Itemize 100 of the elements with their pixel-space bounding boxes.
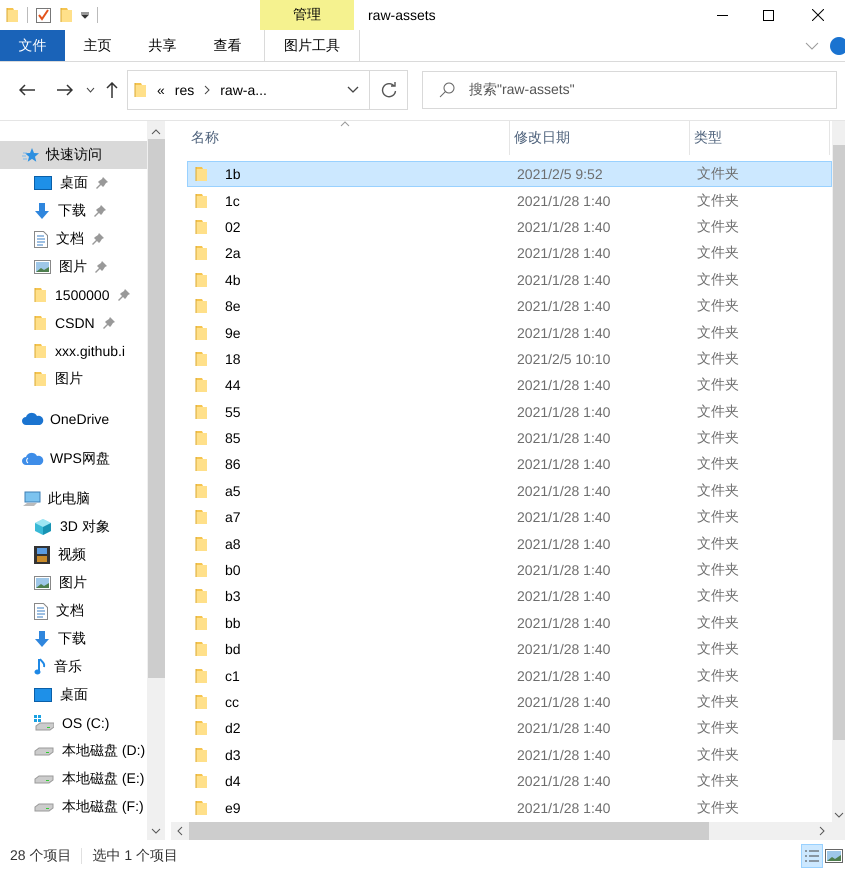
nav-item[interactable]: CSDN xyxy=(0,309,147,337)
file-type: 文件夹 xyxy=(696,772,740,790)
view-button[interactable] xyxy=(801,844,823,868)
file-row[interactable]: d2 2021/1/28 1:40 文件夹 xyxy=(187,715,832,742)
folder-icon xyxy=(195,245,208,262)
nav-item[interactable]: 本地磁盘 (E:) xyxy=(0,765,147,793)
file-row[interactable]: c1 2021/1/28 1:40 文件夹 xyxy=(187,662,832,689)
refresh-button[interactable] xyxy=(370,70,408,110)
file-row[interactable]: b3 2021/1/28 1:40 文件夹 xyxy=(187,583,832,610)
ribbon-tab[interactable]: 共享 xyxy=(130,30,195,61)
scroll-right-icon[interactable] xyxy=(819,826,825,836)
scrollbar-thumb[interactable] xyxy=(148,139,164,678)
nav-item[interactable]: 3D 对象 xyxy=(0,513,147,541)
scroll-left-icon[interactable] xyxy=(177,826,183,836)
ribbon-tab[interactable]: 图片工具 xyxy=(264,30,360,61)
nav-item[interactable]: 文档 xyxy=(0,597,147,625)
nav-item[interactable]: WPS网盘 xyxy=(0,445,147,473)
pin-icon[interactable] xyxy=(95,261,107,273)
scrollbar-thumb[interactable] xyxy=(189,822,709,840)
file-row[interactable]: 85 2021/1/28 1:40 文件夹 xyxy=(187,424,832,452)
column-header[interactable]: 修改日期 xyxy=(510,121,690,155)
modified-date: 2021/1/28 1:40 xyxy=(516,272,612,288)
file-row[interactable]: 55 2021/1/28 1:40 文件夹 xyxy=(187,398,832,425)
pin-icon[interactable] xyxy=(96,177,108,189)
pin-icon[interactable] xyxy=(92,233,104,245)
nav-item[interactable]: 下载 xyxy=(0,197,147,225)
file-row[interactable]: bd 2021/1/28 1:40 文件夹 xyxy=(187,636,832,662)
file-row[interactable]: 1b 2021/2/5 9:52 文件夹 xyxy=(187,161,832,188)
nav-item-label: 图片 xyxy=(55,370,83,388)
address-bar[interactable]: « res raw-a... xyxy=(127,70,370,110)
nav-item[interactable]: 桌面 xyxy=(0,681,147,709)
file-row[interactable]: 2a 2021/1/28 1:40 文件夹 xyxy=(187,240,832,267)
nav-item[interactable]: 本地磁盘 (D:) xyxy=(0,737,147,765)
file-row[interactable]: d4 2021/1/28 1:40 文件夹 xyxy=(187,768,832,794)
file-row[interactable]: a8 2021/1/28 1:40 文件夹 xyxy=(187,530,832,557)
nav-item[interactable]: 本地磁盘 (F:) xyxy=(0,793,147,821)
nav-item[interactable]: 音乐 xyxy=(0,653,147,681)
file-row[interactable]: 9e 2021/1/28 1:40 文件夹 xyxy=(187,319,832,346)
file-type: 文件夹 xyxy=(696,218,740,236)
ribbon-tab[interactable]: 文件 xyxy=(0,30,65,61)
chevron-down-icon xyxy=(86,87,95,93)
pin-icon[interactable] xyxy=(118,289,130,301)
file-row[interactable]: a5 2021/1/28 1:40 文件夹 xyxy=(187,478,832,504)
file-row[interactable]: 02 2021/1/28 1:40 文件夹 xyxy=(187,214,832,240)
nav-item[interactable]: 桌面 xyxy=(0,169,147,197)
nav-item[interactable]: 图片 xyxy=(0,253,147,281)
file-row[interactable]: d3 2021/1/28 1:40 文件夹 xyxy=(187,742,832,768)
column-header[interactable]: 名称 xyxy=(187,121,510,155)
nav-item[interactable]: 图片 xyxy=(0,569,147,597)
file-name: 85 xyxy=(225,430,241,446)
pin-icon[interactable] xyxy=(94,205,106,217)
file-row[interactable]: 44 2021/1/28 1:40 文件夹 xyxy=(187,372,832,399)
ribbon-tab[interactable]: 查看 xyxy=(195,30,260,61)
dropdown-arrow-icon[interactable] xyxy=(81,11,89,19)
nav-item[interactable]: OneDrive xyxy=(0,405,147,433)
checklist-icon[interactable] xyxy=(36,7,52,23)
help-icon[interactable] xyxy=(829,36,845,54)
file-row[interactable]: 86 2021/1/28 1:40 文件夹 xyxy=(187,451,832,478)
file-row[interactable]: b0 2021/1/28 1:40 文件夹 xyxy=(187,556,832,584)
nav-item-label: 快速访问 xyxy=(46,146,102,164)
music-note-icon xyxy=(34,658,46,676)
nav-item[interactable]: 此电脑 xyxy=(0,485,147,513)
file-type: 文件夹 xyxy=(696,666,740,685)
nav-item[interactable]: 下载 xyxy=(0,625,147,653)
nav-item[interactable]: 图片 xyxy=(0,365,147,393)
ribbon-tab[interactable]: 主页 xyxy=(65,30,130,61)
scroll-down-icon[interactable] xyxy=(151,828,161,834)
search-placeholder: 搜索"raw-assets" xyxy=(469,81,575,99)
file-row[interactable]: 4b 2021/1/28 1:40 文件夹 xyxy=(187,266,832,293)
computer-icon xyxy=(22,491,42,507)
chevron-down-icon[interactable] xyxy=(347,86,359,94)
nav-item[interactable]: xxx.github.i xyxy=(0,337,147,365)
file-type: 文件夹 xyxy=(696,693,740,711)
file-row[interactable]: 18 2021/2/5 10:10 文件夹 xyxy=(187,346,832,372)
nav-item[interactable]: 1500000 xyxy=(0,281,147,309)
column-header[interactable]: 类型 xyxy=(690,121,830,155)
breadcrumb[interactable]: res xyxy=(174,82,194,98)
file-type: 文件夹 xyxy=(696,402,740,421)
file-row[interactable]: e9 2021/1/28 1:40 文件夹 xyxy=(187,794,832,821)
pin-icon[interactable] xyxy=(102,317,115,329)
scroll-up-icon[interactable] xyxy=(151,129,161,135)
nav-item[interactable]: 视频 xyxy=(0,541,147,569)
file-name: 44 xyxy=(225,377,241,394)
breadcrumb[interactable]: raw-a... xyxy=(220,82,267,98)
nav-item[interactable]: 快速访问 xyxy=(0,141,147,169)
modified-date: 2021/1/28 1:40 xyxy=(516,509,612,526)
nav-item[interactable]: OS (C:) xyxy=(0,709,147,737)
file-row[interactable]: cc 2021/1/28 1:40 文件夹 xyxy=(187,688,832,716)
file-name: 55 xyxy=(225,404,241,420)
scroll-down-icon[interactable] xyxy=(834,812,844,818)
breadcrumb-overflow[interactable]: « xyxy=(157,82,165,98)
file-row[interactable]: a7 2021/1/28 1:40 文件夹 xyxy=(187,504,832,530)
file-row[interactable]: bb 2021/1/28 1:40 文件夹 xyxy=(187,610,832,636)
search-field[interactable]: 搜索"raw-assets" xyxy=(422,71,837,109)
nav-item[interactable]: 文档 xyxy=(0,225,147,253)
modified-date: 2021/1/28 1:40 xyxy=(516,800,612,816)
file-row[interactable]: 8e 2021/1/28 1:40 文件夹 xyxy=(187,292,832,320)
file-type: 文件夹 xyxy=(696,350,740,368)
file-row[interactable]: 1c 2021/1/28 1:40 文件夹 xyxy=(187,187,832,214)
scrollbar-thumb[interactable] xyxy=(832,145,844,740)
